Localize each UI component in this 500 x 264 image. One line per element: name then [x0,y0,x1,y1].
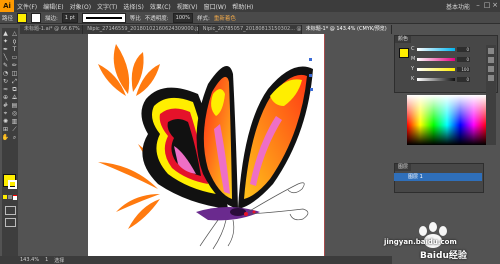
close-icon[interactable]: × [491,1,499,10]
direct-selection-tool-icon[interactable]: △ [11,30,18,37]
selection-tool-icon[interactable]: ▲ [2,30,9,37]
stroke-panel-icon[interactable] [488,75,494,81]
selection-type-label: 路径 [2,15,14,22]
symbol-sprayer-tool-icon[interactable]: ✺ [2,118,9,125]
tab-doc-2[interactable]: Nipic_27146559_20180102160624309000.jpg*… [83,25,199,34]
opacity-field[interactable]: 100% [172,12,193,23]
tab-doc-active[interactable]: 未标题-1* @ 143.4% (CMYK/预览) [301,25,392,34]
graph-tool-icon[interactable]: ▥ [11,118,18,125]
blend-tool-icon[interactable]: ◎ [11,110,18,117]
butterfly-artwork[interactable] [88,34,324,262]
menu-select[interactable]: 选择(S) [120,2,147,11]
scale-tool-icon[interactable]: ⤢ [11,78,18,85]
layer-name: 图层 1 [408,174,423,180]
artboard-tool-icon[interactable]: ⊞ [2,126,9,133]
eyedropper-tool-icon[interactable]: ⌖ [2,110,9,117]
layers-panel-tab[interactable]: 图层 [395,164,412,171]
page-number[interactable]: 1 [45,257,48,263]
front-wing-right [238,66,313,209]
magic-wand-tool-icon[interactable]: ✦ [2,38,9,45]
opacity-label: 不透明度: [144,15,169,22]
color-panel-tab[interactable]: 颜色 [395,36,412,43]
tab-doc-1[interactable]: 未标题-1.ai* @ 66.67% ... [20,25,84,34]
style-label: 样式: [196,15,210,22]
pen-tool-icon[interactable]: ✒ [2,46,9,53]
document-tabs: 未标题-1.ai* @ 66.67% ... Nipic_27146559_20… [20,25,392,34]
slider-m[interactable]: M 0 [411,56,470,62]
perspective-grid-tool-icon[interactable]: ⟁ [11,94,18,101]
slider-k[interactable]: K 0 [411,76,470,82]
color-spectrum[interactable] [407,95,487,145]
line-tool-icon[interactable]: ╲ [2,54,9,61]
width-tool-icon[interactable]: ≈ [2,86,9,93]
zoom-level[interactable]: 143.4% [20,257,39,263]
hand-tool-icon[interactable]: ✋ [2,134,9,141]
control-bar: 路径 描边: 1 pt 等比 不透明度: 100% 样式: 重新着色 [0,12,500,24]
mesh-tool-icon[interactable]: # [2,102,9,109]
recolor-button[interactable]: 重新着色 [214,14,236,22]
blob-brush-tool-icon[interactable]: ◔ [2,70,9,77]
stroke-color-swatch[interactable] [8,180,17,189]
type-tool-icon[interactable]: T [11,46,18,53]
layer-row[interactable]: 图层 1 [394,173,482,181]
tab-doc-3[interactable]: Nipic_26785057_20180813150302... @ 100% … [199,25,302,34]
stroke-weight-field[interactable]: 1 pt [61,12,78,23]
menu-object[interactable]: 对象(O) [67,2,94,11]
stroke-label: 描边: [45,15,58,22]
eraser-tool-icon[interactable]: ◫ [11,70,18,77]
watermark-brand: Baidu经验 [420,251,467,261]
paintbrush-tool-icon[interactable]: ✎ [2,62,9,69]
color-panel: 颜色 C 0 M 0 Y 100 K 0 [394,35,498,93]
guide-line [324,34,325,262]
none-mode-icon[interactable] [13,195,17,200]
leaf-decor-top [98,44,160,96]
shape-builder-tool-icon[interactable]: ⊕ [2,94,9,101]
zoom-tool-icon[interactable]: ⌕ [11,134,18,141]
menu-file[interactable]: 文件(F) [14,2,40,11]
free-transform-tool-icon[interactable]: ⧉ [11,86,18,93]
slice-tool-icon[interactable]: ⟋ [11,126,18,133]
rotate-tool-icon[interactable]: ↻ [2,78,9,85]
panel-icon-strip [486,45,496,145]
watermark-url: jingyan.baidu.com [384,238,457,246]
menu-edit[interactable]: 编辑(E) [40,2,66,11]
stroke-profile-preview[interactable] [81,12,126,23]
menu-type[interactable]: 文字(T) [94,2,120,11]
minimize-icon[interactable]: – [474,1,482,10]
fill-swatch-control[interactable] [17,12,28,23]
menu-view[interactable]: 视图(V) [174,2,201,11]
status-bar: 143.4% 1 选择 [0,256,392,264]
swatches-panel-icon[interactable] [488,48,494,54]
gradient-tool-icon[interactable]: ▤ [11,102,18,109]
color-mode-icon[interactable] [3,195,7,199]
gradient-mode-icon[interactable] [8,195,12,199]
symbols-panel-icon[interactable] [488,66,494,72]
brushes-panel-icon[interactable] [488,57,494,63]
pencil-tool-icon[interactable]: ✏ [11,62,18,69]
menu-window[interactable]: 窗口(W) [201,2,230,11]
screen-mode-icon[interactable] [5,218,16,227]
workspace-switcher[interactable]: 基本功能 [446,2,470,11]
stroke-swatch-control[interactable] [31,12,42,23]
artboard[interactable] [88,34,324,262]
menu-effect[interactable]: 效果(C) [147,2,174,11]
menu-bar: Ai 文件(F) 编辑(E) 对象(O) 文字(T) 选择(S) 效果(C) 视… [0,0,500,12]
app-logo: Ai [0,0,14,12]
status-mode: 选择 [54,257,65,264]
slider-y[interactable]: Y 100 [411,66,470,72]
panel-fill-swatch[interactable] [399,48,409,58]
maximize-icon[interactable]: □ [483,1,491,10]
draw-mode-icon[interactable] [5,206,16,215]
slider-c[interactable]: C 0 [411,46,470,52]
tools-panel: ▲ △ ✦ ϙ ✒ T ╲ ▭ ✎ ✏ ◔ ◫ ↻ ⤢ ≈ ⧉ ⊕ ⟁ # ▤ … [2,28,18,256]
rectangle-tool-icon[interactable]: ▭ [11,54,18,61]
menu-help[interactable]: 帮助(H) [229,2,256,11]
lasso-tool-icon[interactable]: ϙ [11,38,18,45]
profile-label[interactable]: 等比 [130,14,141,22]
